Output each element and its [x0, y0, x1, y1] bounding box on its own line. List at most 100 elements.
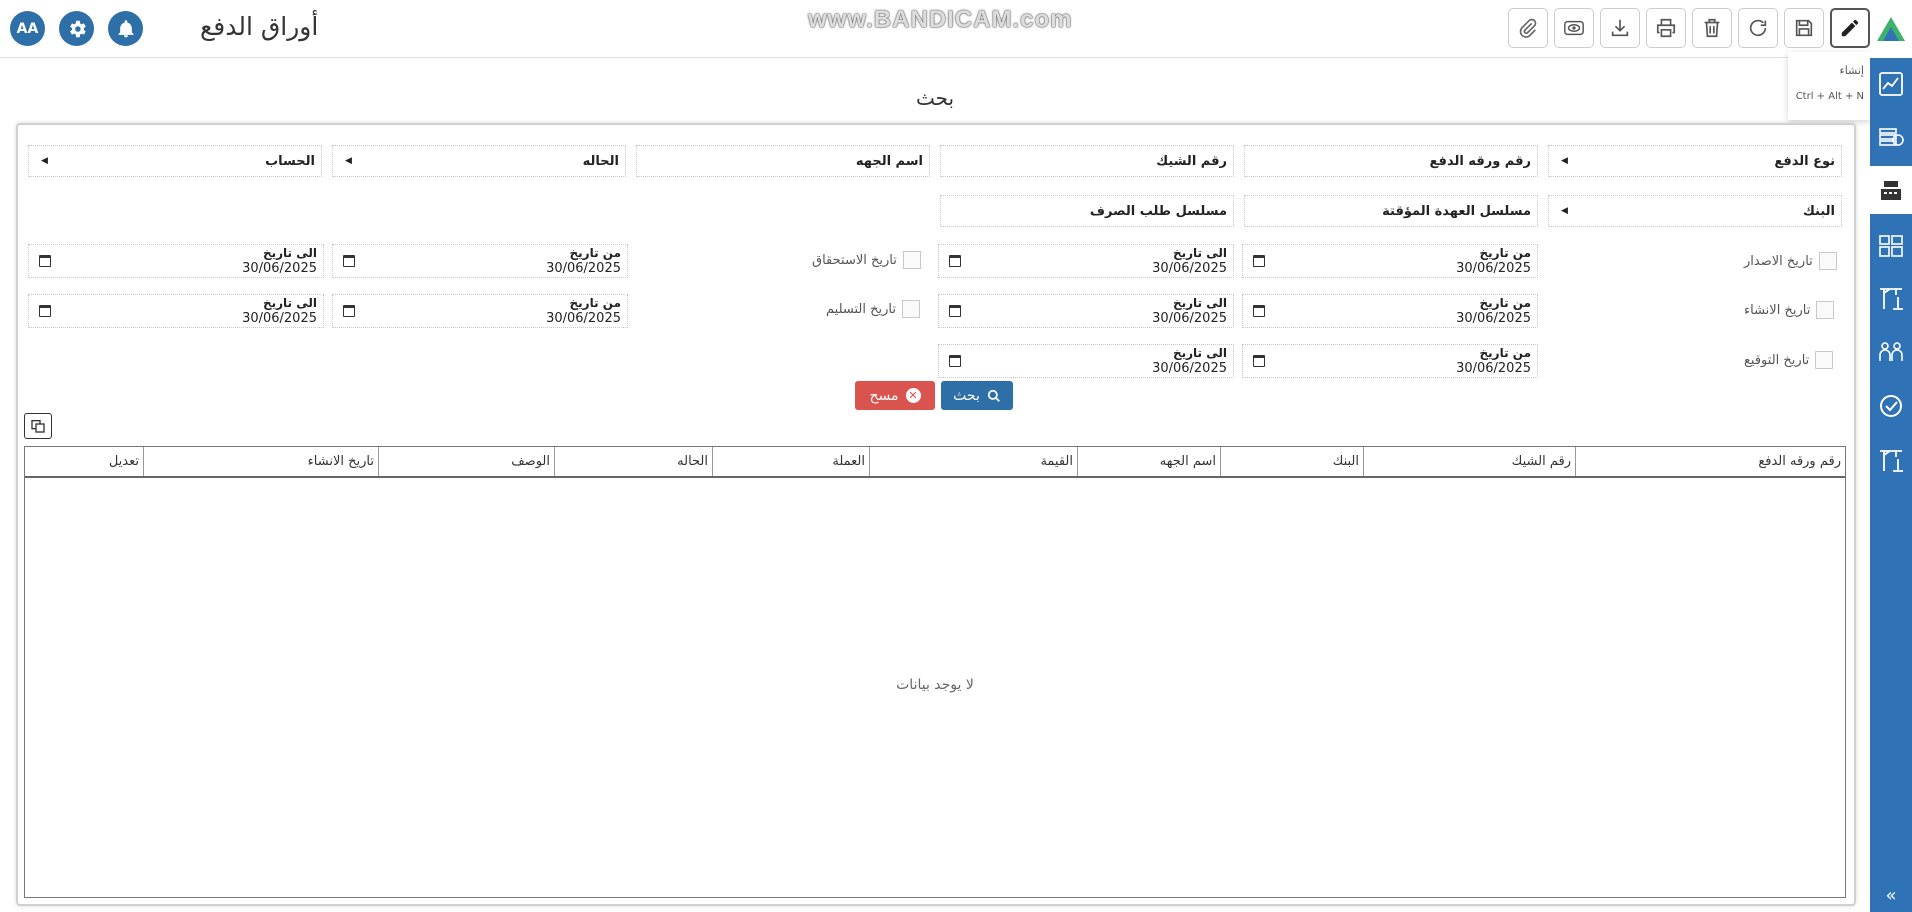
- date-value: 30/06/2025: [1456, 361, 1531, 376]
- calendar-icon[interactable]: [343, 255, 355, 267]
- calendar-icon[interactable]: [343, 305, 355, 317]
- temp-custody-serial-input[interactable]: مسلسل العهدة المؤقتة: [1244, 195, 1538, 227]
- copy-columns-icon: [31, 420, 45, 433]
- from-date-label: من تاريخ: [1479, 296, 1531, 310]
- payment-paper-no-input[interactable]: رقم ورقه الدفع: [1244, 145, 1538, 177]
- calendar-icon[interactable]: [1253, 355, 1265, 367]
- refresh-button[interactable]: [1738, 8, 1778, 48]
- printer-icon: [1656, 18, 1676, 38]
- col-status[interactable]: الحاله: [554, 447, 712, 476]
- issue-date-to[interactable]: الى تاريخ 30/06/2025: [938, 244, 1234, 278]
- sidebar-collapse-button[interactable]: «: [1870, 885, 1912, 906]
- cash-register-icon: [1881, 181, 1901, 200]
- bank-select[interactable]: البنك ◀: [1548, 195, 1842, 227]
- notifications-button[interactable]: [108, 11, 143, 46]
- settings-button[interactable]: [59, 11, 94, 46]
- calendar-icon[interactable]: [1253, 255, 1265, 267]
- calendar-icon[interactable]: [949, 255, 961, 267]
- date-value: 30/06/2025: [242, 261, 317, 276]
- col-bank[interactable]: البنك: [1220, 447, 1363, 476]
- col-edit[interactable]: تعديل: [27, 447, 143, 476]
- issue-date-from[interactable]: من تاريخ 30/06/2025: [1242, 244, 1538, 278]
- creation-date-to[interactable]: الى تاريخ 30/06/2025: [938, 294, 1234, 328]
- creation-date-from[interactable]: من تاريخ 30/06/2025: [1242, 294, 1538, 328]
- delivery-date-checkbox[interactable]: [901, 300, 920, 318]
- sidebar-item-inventory[interactable]: [1870, 222, 1912, 270]
- calendar-icon[interactable]: [949, 355, 961, 367]
- calendar-icon[interactable]: [1253, 305, 1265, 317]
- sidebar-item-approvals[interactable]: [1870, 382, 1912, 430]
- sidebar-item-cashier[interactable]: [1870, 166, 1912, 214]
- grid-header: رقم ورقه الدفع رقم الشيك البنك اسم الجهه…: [25, 447, 1845, 478]
- create-button[interactable]: [1830, 8, 1870, 48]
- app-logo[interactable]: [1870, 0, 1912, 58]
- download-button[interactable]: [1600, 8, 1640, 48]
- creation-date-checkbox[interactable]: [1816, 301, 1835, 319]
- sidebar-item-finance[interactable]: [1870, 112, 1912, 160]
- from-date-label: من تاريخ: [569, 296, 621, 310]
- preview-button[interactable]: [1554, 8, 1594, 48]
- payment-type-select[interactable]: نوع الدفع ◀: [1548, 145, 1842, 177]
- col-creation-date[interactable]: تاريخ الانشاء: [143, 447, 378, 476]
- creation-date-label: تاريخ الانشاء: [1744, 302, 1811, 318]
- from-date-label: من تاريخ: [569, 246, 621, 260]
- due-date-checkbox[interactable]: [902, 251, 921, 269]
- sidebar-item-projects[interactable]: [1870, 436, 1912, 484]
- issue-date-checkbox[interactable]: [1818, 252, 1837, 270]
- due-date-from[interactable]: من تاريخ 30/06/2025: [332, 244, 628, 278]
- signing-date-filter: تاريخ التوقيع: [1744, 351, 1834, 369]
- signing-date-label: تاريخ التوقيع: [1744, 352, 1810, 368]
- save-icon: [1795, 19, 1813, 37]
- calendar-icon[interactable]: [39, 305, 51, 317]
- due-date-to[interactable]: الى تاريخ 30/06/2025: [28, 244, 324, 278]
- chart-report-icon: [1879, 72, 1903, 96]
- date-value: 30/06/2025: [1456, 311, 1531, 326]
- date-value: 30/06/2025: [546, 311, 621, 326]
- column-chooser-button[interactable]: [24, 413, 52, 439]
- col-currency[interactable]: العملة: [712, 447, 869, 476]
- party-name-input[interactable]: اسم الجهه: [636, 145, 930, 177]
- sidebar-item-construction[interactable]: [1870, 274, 1912, 322]
- search-section-title: بحث: [915, 86, 955, 110]
- check-no-input[interactable]: رقم الشيك: [940, 145, 1234, 177]
- signing-date-from[interactable]: من تاريخ 30/06/2025: [1242, 344, 1538, 378]
- signing-date-checkbox[interactable]: [1815, 351, 1834, 369]
- col-check-no[interactable]: رقم الشيك: [1363, 447, 1575, 476]
- print-button[interactable]: [1646, 8, 1686, 48]
- download-icon: [1611, 19, 1629, 37]
- account-select[interactable]: الحساب ◀: [28, 145, 322, 177]
- check-no-label: رقم الشيك: [1156, 154, 1227, 169]
- calendar-icon[interactable]: [949, 305, 961, 317]
- temp-custody-serial-label: مسلسل العهدة المؤقتة: [1382, 204, 1531, 219]
- calendar-icon[interactable]: [39, 255, 51, 267]
- disbursement-request-serial-input[interactable]: مسلسل طلب الصرف: [940, 195, 1234, 227]
- col-description[interactable]: الوصف: [378, 447, 554, 476]
- bell-icon: [118, 19, 133, 37]
- status-select[interactable]: الحاله ◀: [332, 145, 626, 177]
- warehouse-icon: [1879, 235, 1903, 257]
- delivery-date-from[interactable]: من تاريخ 30/06/2025: [332, 294, 628, 328]
- signing-date-to[interactable]: الى تاريخ 30/06/2025: [938, 344, 1234, 378]
- delete-button[interactable]: [1692, 8, 1732, 48]
- col-party-name[interactable]: اسم الجهه: [1077, 447, 1220, 476]
- from-date-label: من تاريخ: [1479, 246, 1531, 260]
- search-button[interactable]: بحث: [941, 381, 1013, 410]
- save-button[interactable]: [1784, 8, 1824, 48]
- col-payment-paper-no[interactable]: رقم ورقه الدفع: [1575, 447, 1845, 476]
- paperclip-icon: [1519, 18, 1537, 38]
- delivery-date-to[interactable]: الى تاريخ 30/06/2025: [28, 294, 324, 328]
- sidebar-item-hr[interactable]: [1870, 328, 1912, 376]
- page-title: أوراق الدفع: [200, 12, 319, 41]
- attach-button[interactable]: [1508, 8, 1548, 48]
- status-label: الحاله: [582, 154, 619, 169]
- from-date-label: من تاريخ: [1479, 346, 1531, 360]
- caret-left-icon: ◀: [1561, 156, 1568, 166]
- to-date-label: الى تاريخ: [262, 246, 317, 260]
- clear-button[interactable]: ✕ مسح: [855, 381, 935, 410]
- search-button-label: بحث: [953, 387, 980, 404]
- col-amount[interactable]: القيمة: [869, 447, 1077, 476]
- disbursement-request-serial-label: مسلسل طلب الصرف: [1089, 204, 1227, 219]
- tooltip-shortcut: Ctrl + Alt + N: [1795, 91, 1864, 102]
- sidebar-item-reports[interactable]: [1870, 60, 1912, 108]
- user-avatar[interactable]: AA: [10, 11, 45, 46]
